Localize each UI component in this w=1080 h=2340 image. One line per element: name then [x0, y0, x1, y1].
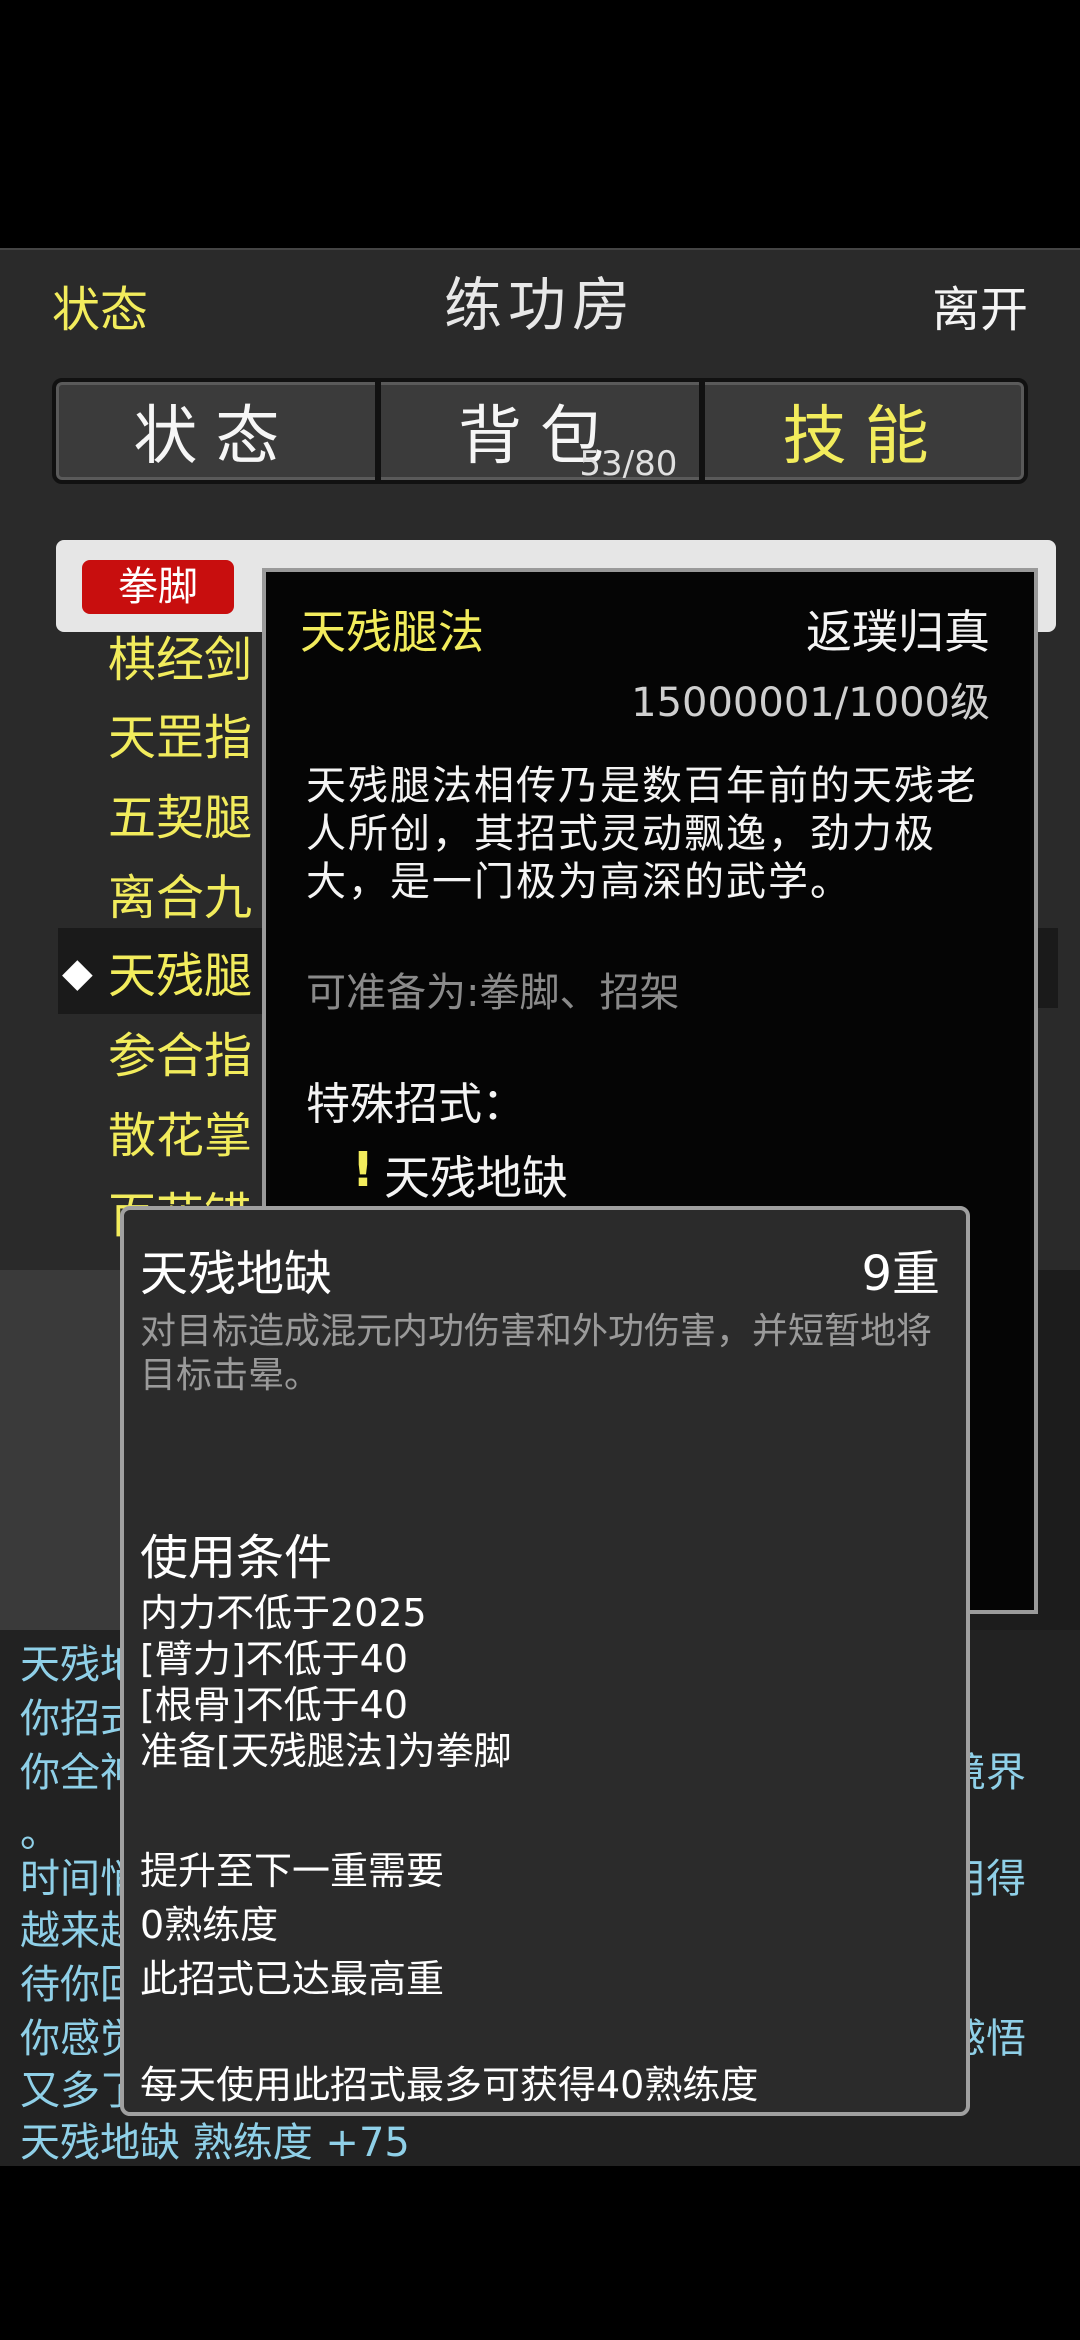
special-move-link[interactable]: 天残地缺 — [384, 1142, 568, 1208]
log-line: 天残地缺 熟练度 +75 — [20, 2120, 410, 2166]
skill-name: 天残腿法 — [300, 605, 484, 659]
filter-tag-fist[interactable]: 拳脚 — [82, 560, 234, 614]
tab-skills-label: 技能 — [782, 400, 947, 474]
skill-item[interactable]: 棋经剑 — [58, 620, 278, 698]
tab-skills[interactable]: 技能 — [699, 382, 1024, 480]
upgrade-heading: 提升至下一重需要 — [140, 1849, 445, 1893]
move-title: 天残地缺 — [140, 1246, 333, 1302]
special-moves-heading: 特殊招式： — [306, 1079, 526, 1130]
upgrade-requirement: 0熟练度 — [140, 1903, 279, 1947]
skill-prepare-as: 可准备为:拳脚、招架 — [306, 970, 680, 1016]
move-level: 9重 — [861, 1246, 940, 1302]
exclamation-icon: ! — [352, 1142, 374, 1198]
tab-status[interactable]: 状态 — [56, 382, 375, 480]
leave-button[interactable]: 离开 — [932, 270, 1028, 340]
skill-item[interactable]: 散花掌 — [58, 1096, 278, 1174]
tab-status-label: 状态 — [133, 400, 298, 474]
backpack-count: 53/80 — [579, 444, 678, 484]
tab-backpack[interactable]: 背包 53/80 — [374, 382, 700, 484]
condition-item: 准备[天残腿法]为拳脚 — [140, 1729, 512, 1773]
skill-item[interactable]: 离合九 — [58, 858, 278, 936]
skill-item[interactable]: 天罡指 — [58, 698, 278, 776]
max-level-note: 此招式已达最高重 — [140, 1957, 445, 2001]
skill-grade: 返璞归真 — [806, 605, 990, 659]
bottom-bar — [0, 2166, 1080, 2340]
skill-item[interactable]: 参合指 — [58, 1016, 278, 1094]
conditions-heading: 使用条件 — [140, 1530, 333, 1586]
skill-list: 棋经剑 天罡指 五契腿 离合九 ◆ 天残腿 参合指 散花掌 百花错 — [58, 620, 278, 1266]
page-title: 练功房 — [443, 271, 636, 339]
tab-bar: 状态 背包 53/80 技能 — [52, 378, 1028, 484]
skill-level: 15000001/1000级 — [631, 680, 990, 726]
daily-limit-note: 每天使用此招式最多可获得40熟练度 — [140, 2063, 759, 2107]
move-description: 对目标造成混元内功伤害和外功伤害，并短暂地将目标击晕。 — [140, 1311, 933, 1396]
skill-description: 天残腿法相传乃是数百年前的天残老人所创，其招式灵动飘逸，劲力极大，是一门极为高深… — [306, 763, 978, 905]
skill-item-selected[interactable]: ◆ 天残腿 — [58, 936, 278, 1014]
skill-item[interactable]: 五契腿 — [58, 778, 278, 856]
selected-diamond-icon: ◆ — [62, 950, 93, 996]
